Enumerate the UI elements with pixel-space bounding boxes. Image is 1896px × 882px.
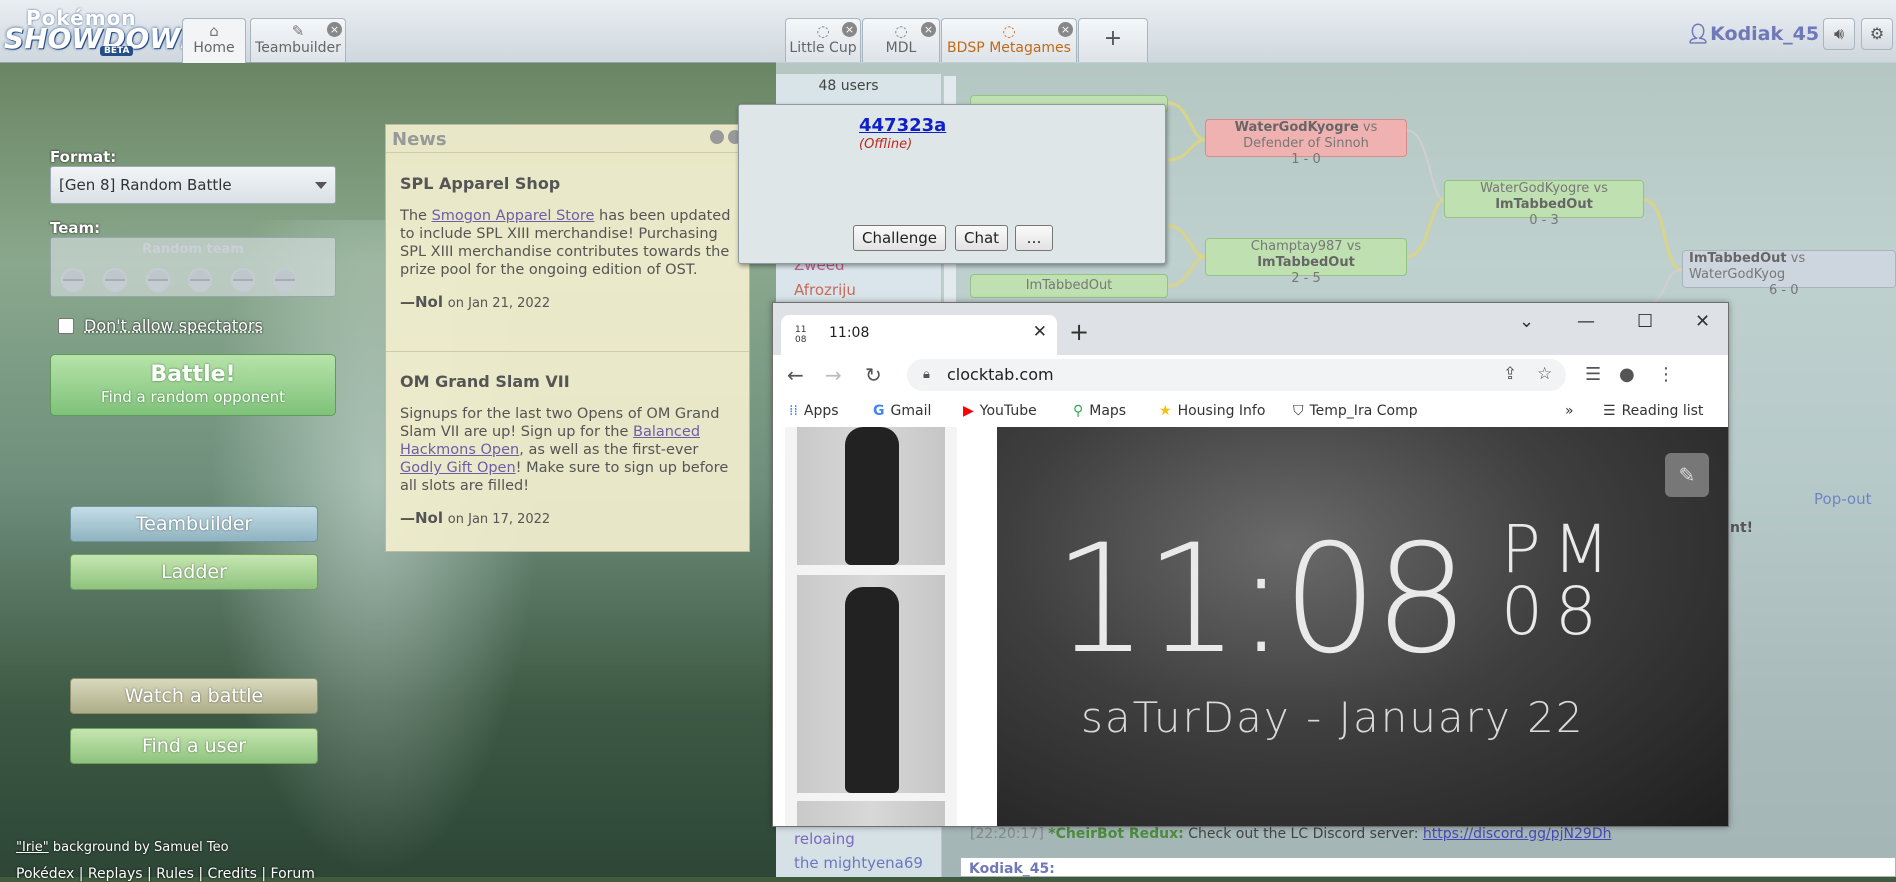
bracket-vs: vs <box>1362 120 1378 135</box>
clock-time: 11:08 <box>1053 513 1469 687</box>
reading-list-button[interactable]: ☰ Reading list <box>1603 403 1703 419</box>
bookmark-label: Temp_Ira Comp <box>1309 403 1418 419</box>
chat-input[interactable]: Kodiak_45: <box>960 857 1896 877</box>
bracket-vs: vs <box>1790 251 1806 266</box>
browser-tab[interactable]: 11 08 11:08 ✕ <box>781 315 1057 355</box>
popout-link[interactable]: Pop-out <box>1814 490 1871 508</box>
bracket-player: ImTabbedOut <box>1257 255 1355 270</box>
partial-message-text: nt! <box>1730 520 1754 536</box>
chat-link[interactable]: https://discord.gg/pjN29Dh <box>1423 826 1612 842</box>
bracket-match[interactable]: WaterGodKyogre vs Defender of Sinnoh 1 - … <box>1205 119 1407 167</box>
forward-arrow-icon[interactable]: → <box>825 363 842 387</box>
bookmark-apps[interactable]: ⁞⁞ Apps <box>789 403 839 419</box>
star-icon[interactable]: ☆ <box>1537 364 1552 384</box>
bracket-player: ImTabbedOut <box>1689 251 1787 266</box>
bookmark-youtube[interactable]: ▶ YouTube <box>963 403 1037 419</box>
bookmark-temp-ira-comp[interactable]: ⛉ Temp_Ira Comp <box>1293 403 1418 419</box>
tab-search-chevron-icon[interactable]: ⌄ <box>1519 311 1534 332</box>
bracket-match[interactable]: ImTabbedOut vs WaterGodKyog 6 - 0 <box>1682 250 1896 298</box>
media-control-icon[interactable]: ☰ <box>1585 364 1601 385</box>
window-close-icon[interactable]: ✕ <box>1695 311 1710 332</box>
bookmark-label: Maps <box>1089 403 1127 419</box>
chat-button[interactable]: Chat <box>955 225 1009 251</box>
bookmarks-bar: ⁞⁞ Apps G Gmail ▶ YouTube ⚲ Maps ★ Housing In… <box>773 395 1728 428</box>
user-popup: 447323a (Offline) Challenge Chat … <box>738 104 1166 264</box>
maximize-icon[interactable]: ☐ <box>1637 311 1653 332</box>
bookmark-label: Apps <box>803 403 839 419</box>
bracket-player: Champtay987 <box>1250 239 1343 254</box>
favicon-hour: 11 <box>795 325 807 335</box>
clock-ampm: PM 08 <box>1501 517 1622 645</box>
kebab-menu-icon[interactable]: ⋮ <box>1657 364 1675 385</box>
bracket-player: ImTabbedOut <box>1495 197 1593 212</box>
challenge-button[interactable]: Challenge <box>853 225 946 251</box>
bracket-score: 0 - 3 <box>1529 213 1559 228</box>
popup-username[interactable]: 447323a <box>859 115 946 136</box>
address-url: clocktab.com <box>947 365 1054 384</box>
chat-username[interactable]: *CheirBot Redux: <box>1048 826 1184 842</box>
maps-pin-icon: ⚲ <box>1073 403 1084 419</box>
lock-icon: 🔒︎ <box>923 367 930 382</box>
more-bookmarks-button[interactable]: » <box>1565 403 1574 419</box>
ad-image[interactable] <box>797 575 945 793</box>
shield-icon: ⛉ <box>1293 403 1304 419</box>
bookmark-housing-info[interactable]: ★ Housing Info <box>1159 403 1265 419</box>
reading-list-icon: ☰ <box>1603 403 1616 419</box>
minimize-icon[interactable]: — <box>1577 311 1595 332</box>
bracket-score: 1 - 0 <box>1291 152 1321 167</box>
bracket-match[interactable]: WaterGodKyogre vs ImTabbedOut 0 - 3 <box>1444 180 1644 228</box>
chat-timestamp: [22:20:17] <box>970 826 1044 842</box>
browser-window: 11 08 11:08 ✕ + ⌄ — ☐ ✕ ← → ↻ 🔒︎ clocktab… <box>772 302 1729 827</box>
ad-thumbnail-column <box>785 427 957 826</box>
bracket-match[interactable]: Champtay987 vs ImTabbedOut 2 - 5 <box>1205 238 1407 286</box>
browser-tab-bar: 11 08 11:08 ✕ + ⌄ — ☐ ✕ <box>773 303 1728 355</box>
bracket-player: WaterGodKyogre <box>1480 181 1590 196</box>
clock-date: saTurDay - January 22 <box>1081 693 1585 742</box>
chat-text: Check out the LC Discord server: <box>1188 826 1419 842</box>
jacket-figure <box>845 587 899 793</box>
popup-status: (Offline) <box>859 137 913 152</box>
apps-grid-icon: ⁞⁞ <box>789 403 798 419</box>
reload-icon[interactable]: ↻ <box>865 363 882 387</box>
bracket-vs: vs <box>1593 181 1608 196</box>
bracket-score: 2 - 5 <box>1291 271 1321 286</box>
new-tab-plus-icon[interactable]: + <box>1069 320 1089 344</box>
google-icon: G <box>873 403 885 419</box>
browser-toolbar: ← → ↻ 🔒︎ clocktab.com ⇪ ☆ ☰ ● ⋮ <box>773 355 1728 395</box>
back-arrow-icon[interactable]: ← <box>787 363 804 387</box>
ad-image[interactable] <box>797 427 945 565</box>
brush-icon[interactable]: ✎ <box>1665 453 1709 497</box>
share-icon[interactable]: ⇪ <box>1503 364 1517 384</box>
chat-input-username: Kodiak_45: <box>969 861 1055 877</box>
bookmark-maps[interactable]: ⚲ Maps <box>1073 403 1126 419</box>
clock-display: 11:08 PM 08 saTurDay - January 22 ✎ <box>997 427 1728 826</box>
jacket-figure <box>845 427 899 565</box>
star-bookmark-icon: ★ <box>1159 403 1172 419</box>
bookmark-label: Housing Info <box>1177 403 1266 419</box>
bracket-player: WaterGodKyogre <box>1234 120 1359 135</box>
clock-seconds: 08 <box>1501 573 1609 650</box>
youtube-icon: ▶ <box>963 403 974 419</box>
clock-favicon-icon: 11 08 <box>795 325 806 345</box>
browser-tab-title: 11:08 <box>829 325 870 341</box>
address-bar[interactable]: 🔒︎ clocktab.com ⇪ ☆ <box>907 359 1566 391</box>
ad-image[interactable] <box>797 801 945 826</box>
bracket-player: WaterGodKyog <box>1689 267 1786 282</box>
bracket-vs: vs <box>1346 239 1362 254</box>
bookmark-gmail[interactable]: G Gmail <box>873 403 931 419</box>
bookmark-label: YouTube <box>979 403 1037 419</box>
bookmark-label: Gmail <box>890 403 932 419</box>
page-content: 11:08 PM 08 saTurDay - January 22 ✎ <box>773 427 1728 826</box>
reading-list-label: Reading list <box>1621 403 1704 419</box>
profile-avatar-icon[interactable]: ● <box>1619 364 1635 385</box>
bracket-score: 6 - 0 <box>1769 283 1799 298</box>
more-button[interactable]: … <box>1015 225 1053 251</box>
favicon-minute: 08 <box>795 335 807 345</box>
bracket-player: Defender of Sinnoh <box>1243 136 1369 151</box>
chat-message: [22:20:17] *CheirBot Redux: Check out th… <box>970 826 1611 842</box>
bracket-slot[interactable]: ImTabbedOut <box>970 274 1168 298</box>
close-icon[interactable]: ✕ <box>1033 322 1047 342</box>
